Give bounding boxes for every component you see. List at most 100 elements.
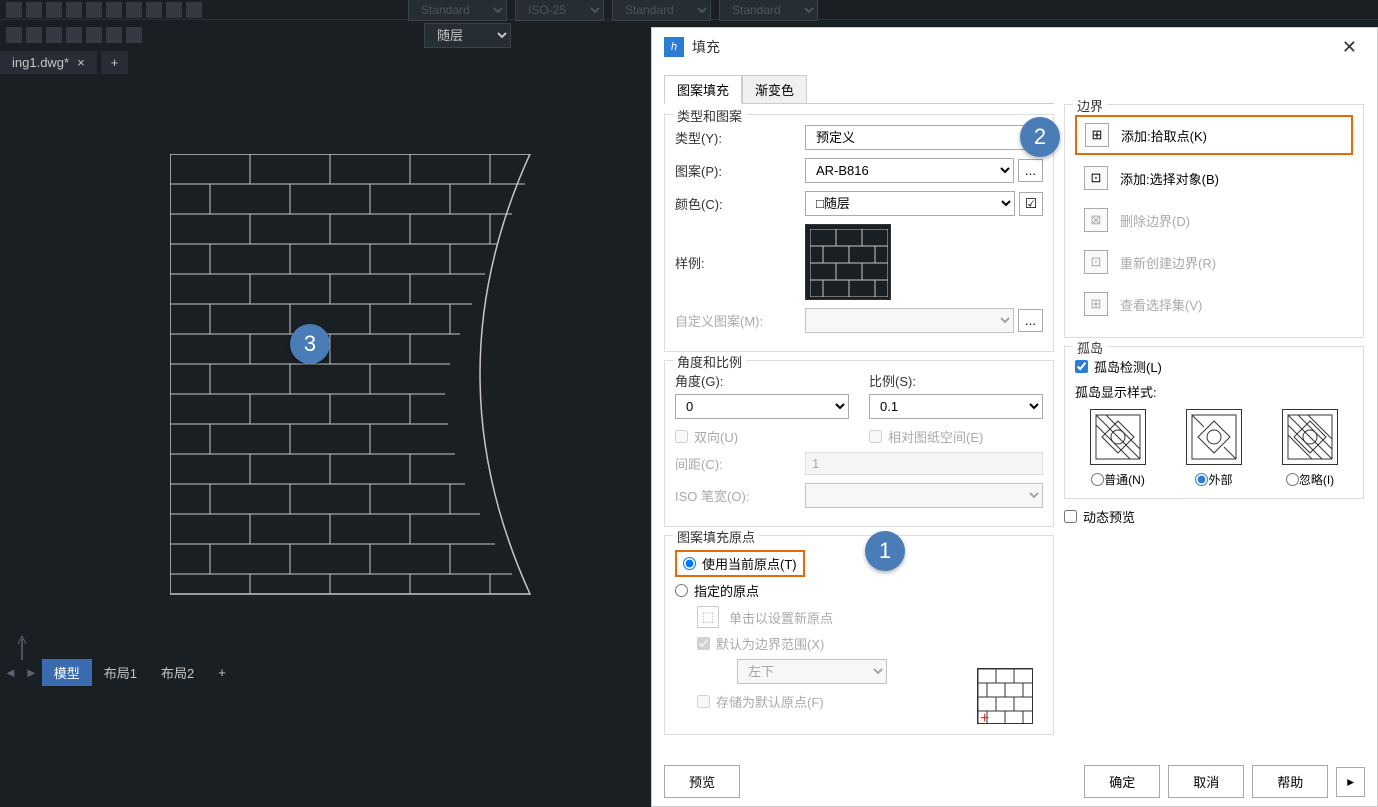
pattern-browse-button[interactable]: ... bbox=[1018, 159, 1043, 182]
island-outer-icon[interactable] bbox=[1186, 409, 1242, 465]
custom-browse-button[interactable]: ... bbox=[1018, 309, 1043, 332]
drawing-canvas[interactable]: 3 X ◄ ► 模型 布局1 布局2 + bbox=[0, 74, 651, 739]
hatch-drawing bbox=[170, 154, 550, 614]
radio-current-origin[interactable] bbox=[683, 557, 696, 570]
layout-tabs: ◄ ► 模型 布局1 布局2 + bbox=[0, 660, 238, 684]
tab-gradient[interactable]: 渐变色 bbox=[742, 75, 807, 104]
tool-icon[interactable] bbox=[86, 2, 102, 18]
group-type-pattern: 类型和图案 类型(Y): 预定义 图案(P): AR-B816 ... 颜色(C… bbox=[664, 114, 1054, 352]
clickset-label: 单击以设置新原点 bbox=[729, 608, 833, 627]
tool-icon[interactable] bbox=[126, 27, 142, 43]
color-swatch-button[interactable]: ☑ bbox=[1019, 192, 1043, 216]
label-custom: 自定义图案(M): bbox=[675, 311, 805, 330]
tab-layout2[interactable]: 布局2 bbox=[149, 659, 206, 686]
close-icon[interactable]: ✕ bbox=[1334, 33, 1365, 62]
relative-checkbox bbox=[869, 430, 882, 443]
scale-select[interactable]: 0.1 bbox=[869, 394, 1043, 419]
layer-dropdown[interactable]: 随层 bbox=[424, 23, 511, 48]
pick-point-icon: ⊞ bbox=[1085, 123, 1109, 147]
recreate-label: 重新创建边界(R) bbox=[1120, 253, 1216, 272]
add-pick-point-button[interactable]: ⊞ 添加:拾取点(K) bbox=[1075, 115, 1353, 155]
store-default-label: 存储为默认原点(F) bbox=[716, 692, 824, 711]
style-dropdown-3[interactable]: Standard bbox=[719, 0, 818, 21]
tool-icon[interactable] bbox=[46, 27, 62, 43]
store-default-checkbox bbox=[697, 695, 710, 708]
view-selection-button: ⊞ 查看选择集(V) bbox=[1075, 285, 1353, 323]
file-tab[interactable]: ing1.dwg* × bbox=[0, 51, 97, 74]
label-angle: 角度(G): bbox=[675, 371, 849, 390]
color-select[interactable]: □随层 bbox=[805, 191, 1015, 216]
radio-island-normal[interactable] bbox=[1091, 473, 1104, 486]
style-dropdown-iso[interactable]: ISO-25 bbox=[515, 0, 604, 21]
ok-button[interactable]: 确定 bbox=[1084, 765, 1160, 798]
tool-icon[interactable] bbox=[66, 2, 82, 18]
tab-model[interactable]: 模型 bbox=[42, 659, 92, 686]
dialog-footer: 预览 确定 取消 帮助 ▸ bbox=[652, 757, 1377, 806]
pattern-select[interactable]: AR-B816 bbox=[805, 158, 1014, 183]
island-normal-icon[interactable] bbox=[1090, 409, 1146, 465]
tool-icon[interactable] bbox=[6, 2, 22, 18]
origin-preview-icon: + bbox=[977, 668, 1033, 724]
tab-layout1[interactable]: 布局1 bbox=[92, 659, 149, 686]
isowidth-select bbox=[805, 483, 1043, 508]
add-select-button[interactable]: ⊡ 添加:选择对象(B) bbox=[1075, 159, 1353, 197]
island-detect-checkbox[interactable] bbox=[1075, 360, 1088, 373]
tool-icon[interactable] bbox=[166, 2, 182, 18]
delete-boundary-button: ⊠ 删除边界(D) bbox=[1075, 201, 1353, 239]
radio-island-ignore[interactable] bbox=[1286, 473, 1299, 486]
tool-icon[interactable] bbox=[66, 27, 82, 43]
island-outer-label: 外部 bbox=[1208, 471, 1232, 488]
tool-icon[interactable] bbox=[106, 2, 122, 18]
toolbar-top: Standard ISO-25 Standard Standard bbox=[0, 0, 1378, 20]
step-badge-1: 1 bbox=[865, 531, 905, 571]
tool-icon[interactable] bbox=[106, 27, 122, 43]
island-ignore-label: 忽略(I) bbox=[1299, 471, 1334, 488]
label-isowidth: ISO 笔宽(O): bbox=[675, 486, 805, 505]
tool-icon[interactable] bbox=[26, 2, 42, 18]
label-sample: 样例: bbox=[675, 253, 805, 272]
nav-next-icon[interactable]: ► bbox=[21, 665, 42, 680]
file-tab-label: ing1.dwg* bbox=[12, 55, 69, 70]
tool-icon[interactable] bbox=[126, 2, 142, 18]
new-tab-button[interactable]: + bbox=[101, 51, 129, 74]
pattern-preview[interactable] bbox=[805, 224, 891, 300]
island-ignore-icon[interactable] bbox=[1282, 409, 1338, 465]
recreate-boundary-button: ⊡ 重新创建边界(R) bbox=[1075, 243, 1353, 281]
group-title: 角度和比例 bbox=[673, 352, 746, 371]
radio-island-outer[interactable] bbox=[1195, 473, 1208, 486]
tool-icon[interactable] bbox=[146, 2, 162, 18]
label-type: 类型(Y): bbox=[675, 128, 805, 147]
select-object-icon: ⊡ bbox=[1084, 166, 1108, 190]
extent-pos-select: 左下 bbox=[737, 659, 887, 684]
origin-current-highlight: 使用当前原点(T) bbox=[675, 550, 805, 577]
tool-icon[interactable] bbox=[186, 2, 202, 18]
tool-icon[interactable] bbox=[6, 27, 22, 43]
label-spacing: 间距(C): bbox=[675, 454, 805, 473]
tab-add[interactable]: + bbox=[206, 661, 238, 684]
add-select-label: 添加:选择对象(B) bbox=[1120, 169, 1219, 188]
tool-icon[interactable] bbox=[26, 27, 42, 43]
preview-button[interactable]: 预览 bbox=[664, 765, 740, 798]
tab-pattern-fill[interactable]: 图案填充 bbox=[664, 75, 742, 104]
nav-prev-icon[interactable]: ◄ bbox=[0, 665, 21, 680]
help-button[interactable]: 帮助 bbox=[1252, 765, 1328, 798]
expand-button[interactable]: ▸ bbox=[1336, 767, 1365, 797]
cancel-button[interactable]: 取消 bbox=[1168, 765, 1244, 798]
dialog-app-icon: h bbox=[664, 37, 684, 57]
angle-select[interactable]: 0 bbox=[675, 394, 849, 419]
dialog-title: 填充 bbox=[692, 37, 1334, 57]
type-select[interactable]: 预定义 bbox=[805, 125, 1043, 150]
group-island: 孤岛 孤岛检测(L) 孤岛显示样式: 普通(N) bbox=[1064, 346, 1364, 499]
radio-specified-origin[interactable] bbox=[675, 584, 688, 597]
label-scale: 比例(S): bbox=[869, 371, 1043, 390]
style-dropdown-1[interactable]: Standard bbox=[408, 0, 507, 21]
step-badge-2: 2 bbox=[1020, 117, 1060, 157]
close-icon[interactable]: × bbox=[77, 55, 85, 70]
tool-icon[interactable] bbox=[86, 27, 102, 43]
style-dropdown-2[interactable]: Standard bbox=[612, 0, 711, 21]
delete-label: 删除边界(D) bbox=[1120, 211, 1190, 230]
group-title: 类型和图案 bbox=[673, 106, 746, 125]
dynamic-preview-checkbox[interactable] bbox=[1064, 510, 1077, 523]
tool-icon[interactable] bbox=[46, 2, 62, 18]
default-extent-label: 默认为边界范围(X) bbox=[716, 634, 824, 653]
